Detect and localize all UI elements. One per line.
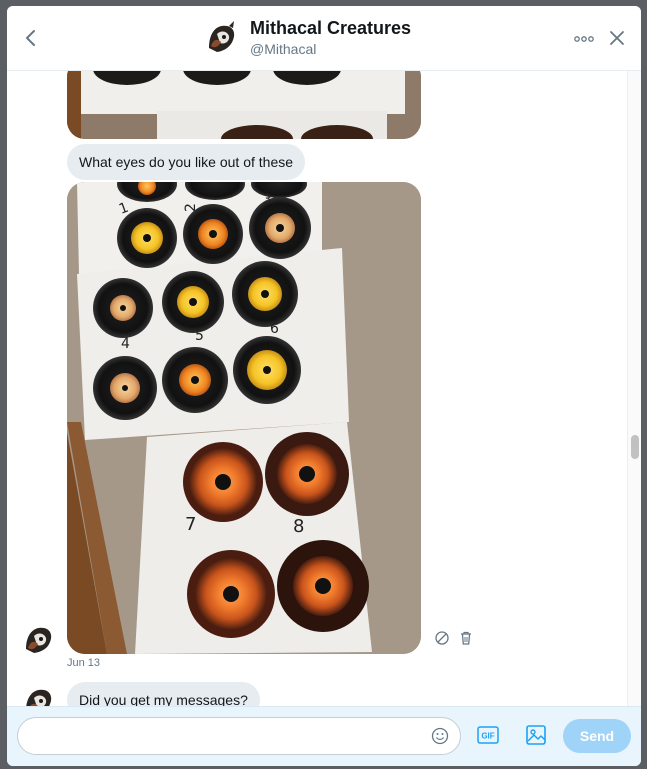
eye-label-5: 5 <box>195 328 204 344</box>
contact-name[interactable]: Mithacal Creatures <box>250 18 411 39</box>
eye-label-4: 4 <box>121 336 130 352</box>
eye-label-7: 7 <box>185 514 196 535</box>
eye-label-2: 2 <box>183 203 199 212</box>
send-button[interactable]: Send <box>563 719 631 753</box>
scroll-thumb[interactable] <box>631 435 639 459</box>
sender-avatar[interactable] <box>21 621 57 657</box>
message-photo-eyes[interactable]: 1 2 3 4 5 6 7 8 <box>67 182 421 654</box>
sender-avatar[interactable] <box>21 683 57 706</box>
report-icon[interactable] <box>434 630 450 646</box>
header-avatar[interactable] <box>203 18 241 56</box>
message-actions <box>434 630 478 648</box>
message-timestamp: Jun 13 <box>67 657 101 669</box>
back-arrow-icon[interactable] <box>19 26 43 50</box>
eye-label-8: 8 <box>293 516 304 537</box>
message-bubble[interactable]: What eyes do you like out of these <box>67 144 306 180</box>
message-bubble[interactable]: Did you get my messages? <box>67 682 260 706</box>
conversation-header: Mithacal Creatures @Mithacal <box>7 6 641 71</box>
eye-label-6: 6 <box>270 321 279 337</box>
delete-icon[interactable] <box>458 630 474 646</box>
message-photo-previous[interactable] <box>67 71 421 139</box>
dm-window: Mithacal Creatures @Mithacal What eyes d… <box>7 6 641 766</box>
gif-icon[interactable]: GIF <box>477 725 499 745</box>
conversation-thread[interactable]: What eyes do you like out of these 1 2 3… <box>7 71 641 706</box>
emoji-icon[interactable] <box>431 727 449 745</box>
more-icon[interactable] <box>573 34 595 44</box>
message-input[interactable] <box>17 717 461 755</box>
scrollbar[interactable] <box>627 71 641 706</box>
message-composer: GIF Send <box>7 706 641 766</box>
eye-label-3: 3 <box>263 192 272 208</box>
contact-handle[interactable]: @Mithacal <box>250 41 316 57</box>
media-icon[interactable] <box>525 724 547 746</box>
gif-label: GIF <box>481 732 494 741</box>
close-icon[interactable] <box>607 28 627 48</box>
